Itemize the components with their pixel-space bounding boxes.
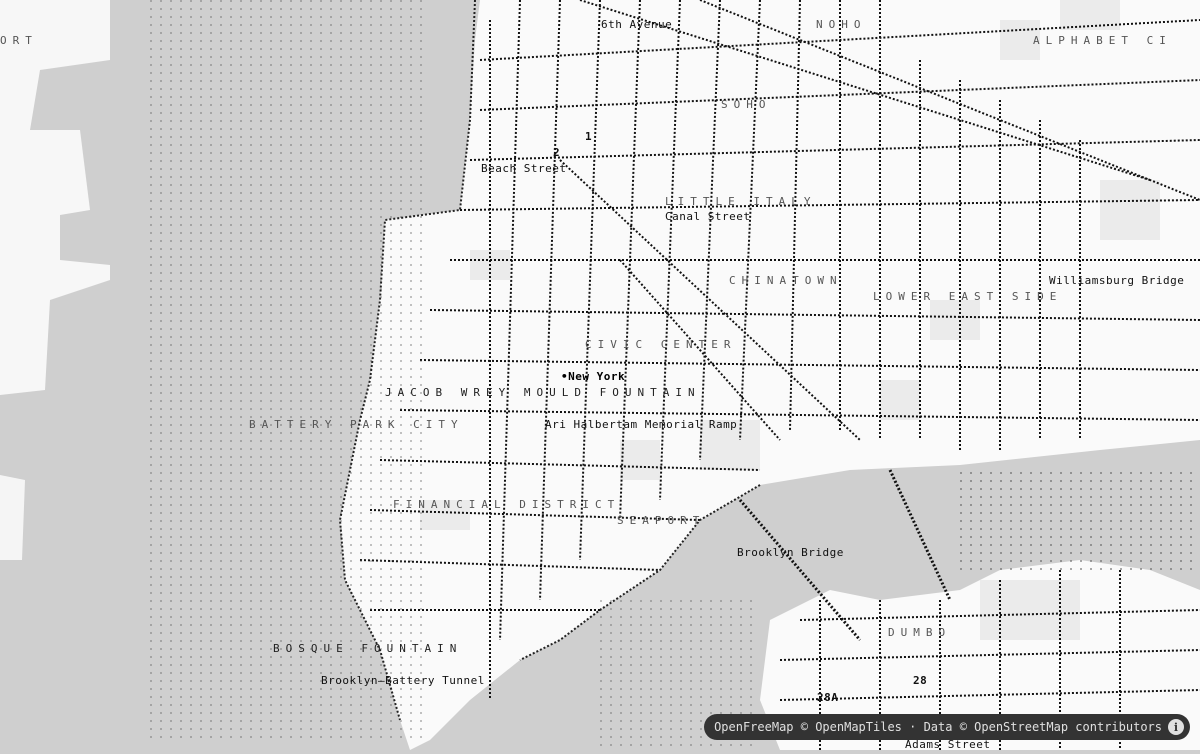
- label-brooklyn-battery-tunnel: Brooklyn–Battery Tunnel: [321, 674, 485, 687]
- map-canvas[interactable]: NOHO ALPHABET CI ORT SOHO LITTLE ITALY C…: [0, 0, 1200, 751]
- route-28-shield: 28: [913, 674, 928, 687]
- label-seaport: SEAPORT: [617, 514, 706, 527]
- attribution-text[interactable]: OpenFreeMap © OpenMapTiles · Data © Open…: [714, 720, 1162, 734]
- label-chinatown: CHINATOWN: [729, 274, 843, 287]
- label-financial-district: FINANCIAL DISTRICT: [393, 498, 621, 511]
- city-name: New York: [568, 370, 626, 383]
- label-jacob-wrey-mould-fountain: JACOB WREY MOULD FOUNTAIN: [385, 386, 701, 399]
- label-beach-street: Beach Street: [481, 162, 567, 175]
- route-1-shield: 1: [585, 130, 593, 143]
- label-little-italy: LITTLE ITALY: [665, 195, 817, 208]
- label-civic-center: CIVIC CENTER: [585, 338, 737, 351]
- info-icon[interactable]: i: [1168, 719, 1184, 735]
- label-port: ORT: [0, 34, 38, 47]
- label-battery-park-city: BATTERY PARK CITY: [249, 418, 464, 431]
- route-28a-shield: 28A: [817, 691, 839, 704]
- label-lower-east-side: LOWER EAST SIDE: [873, 290, 1063, 303]
- label-dumbo: DUMBO: [888, 626, 952, 639]
- label-adams-street: Adams Street: [905, 738, 991, 751]
- label-williamsburg-bridge: Williamsburg Bridge: [1049, 274, 1185, 287]
- label-ari-halbertam-ramp: Ari Halbertam Memorial Ramp: [545, 418, 738, 431]
- label-alphabet-city: ALPHABET CI: [1033, 34, 1172, 47]
- attribution-bar: OpenFreeMap © OpenMapTiles · Data © Open…: [704, 714, 1190, 740]
- label-bosque-fountain: BOSQUE FOUNTAIN: [273, 642, 463, 655]
- city-label-new-york: •New York: [561, 371, 625, 383]
- label-noho: NOHO: [816, 18, 867, 31]
- label-brooklyn-bridge: Brooklyn Bridge: [737, 546, 844, 559]
- route-2-shield: 2: [553, 146, 561, 159]
- label-soho: SOHO: [721, 98, 772, 111]
- label-6th-avenue: 6th Avenue: [601, 18, 673, 31]
- label-canal-street: Canal Street: [665, 210, 751, 223]
